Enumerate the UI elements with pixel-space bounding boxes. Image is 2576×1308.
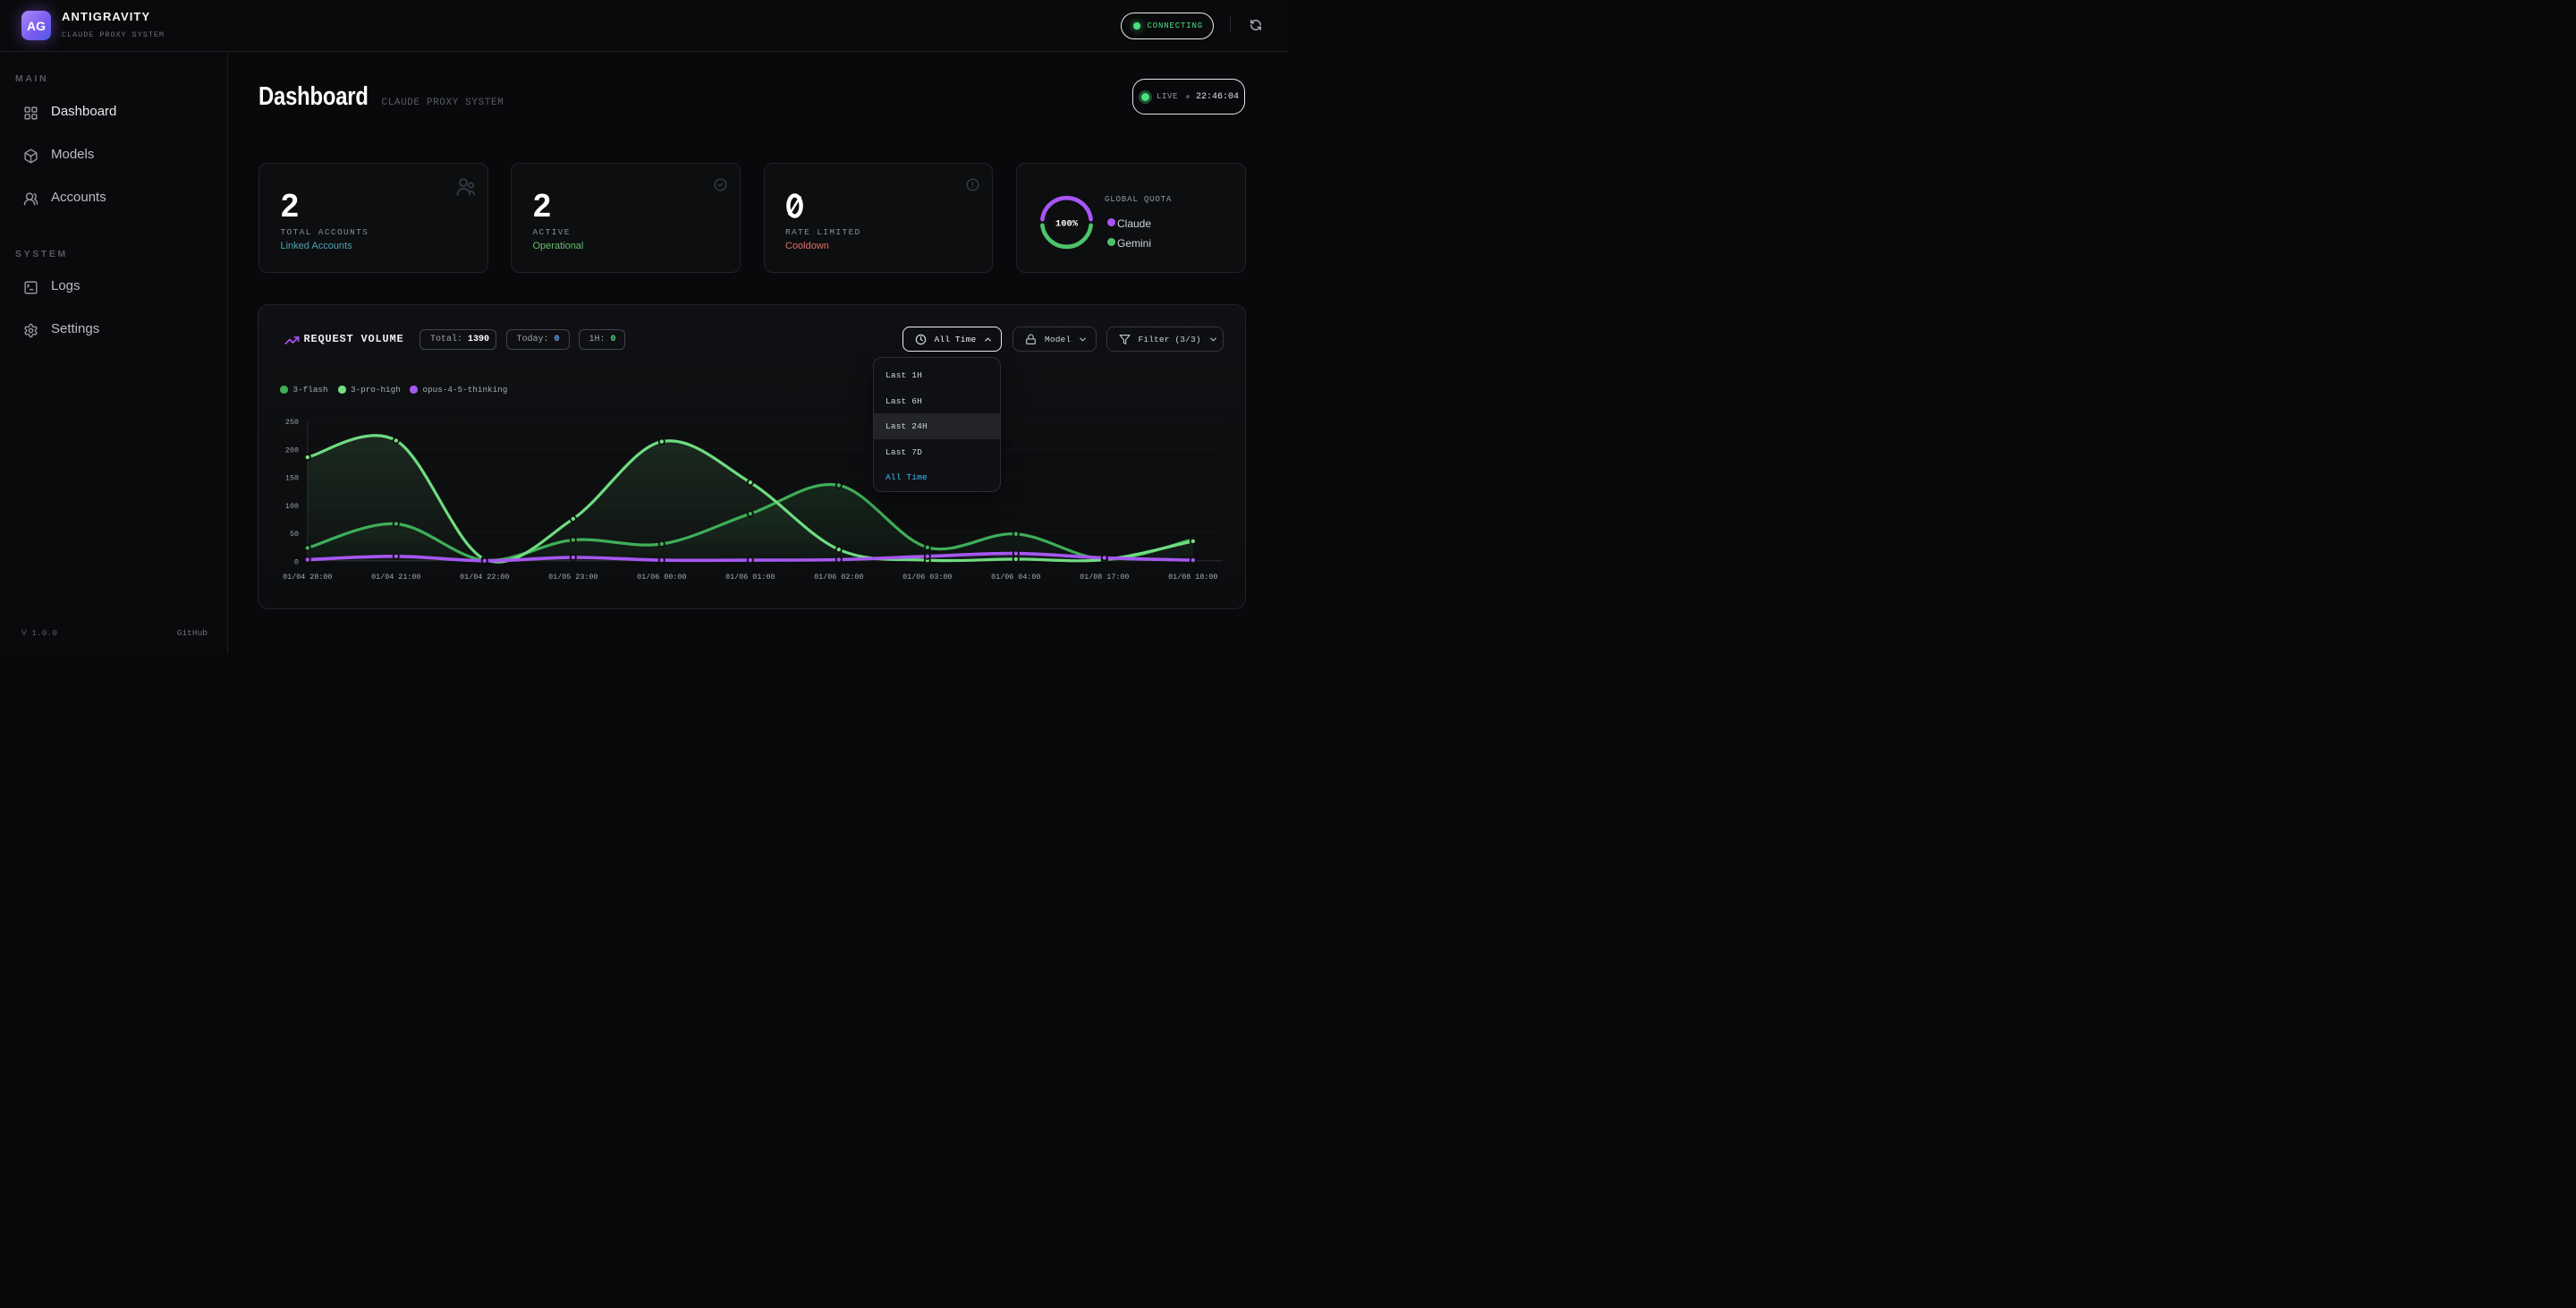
svg-text:01/06 01:00: 01/06 01:00 xyxy=(725,573,775,582)
svg-text:01/04 20:00: 01/04 20:00 xyxy=(283,573,332,582)
svg-text:200: 200 xyxy=(285,446,299,454)
svg-text:01/04 21:00: 01/04 21:00 xyxy=(371,573,420,582)
svg-text:100%: 100% xyxy=(1055,218,1078,229)
svg-text:250: 250 xyxy=(285,418,299,427)
svg-text:50: 50 xyxy=(290,530,299,539)
svg-text:01/08 18:00: 01/08 18:00 xyxy=(1168,573,1217,582)
svg-text:01/06 03:00: 01/06 03:00 xyxy=(902,573,952,582)
svg-text:01/04 22:00: 01/04 22:00 xyxy=(460,573,509,582)
svg-text:01/06 00:00: 01/06 00:00 xyxy=(637,573,686,582)
svg-text:150: 150 xyxy=(285,474,299,483)
svg-text:01/08 17:00: 01/08 17:00 xyxy=(1080,573,1129,582)
svg-text:01/05 23:00: 01/05 23:00 xyxy=(548,573,597,582)
svg-text:01/06 04:00: 01/06 04:00 xyxy=(991,573,1040,582)
svg-text:100: 100 xyxy=(285,502,299,511)
svg-text:0: 0 xyxy=(294,557,299,566)
svg-text:01/06 02:00: 01/06 02:00 xyxy=(814,573,863,582)
